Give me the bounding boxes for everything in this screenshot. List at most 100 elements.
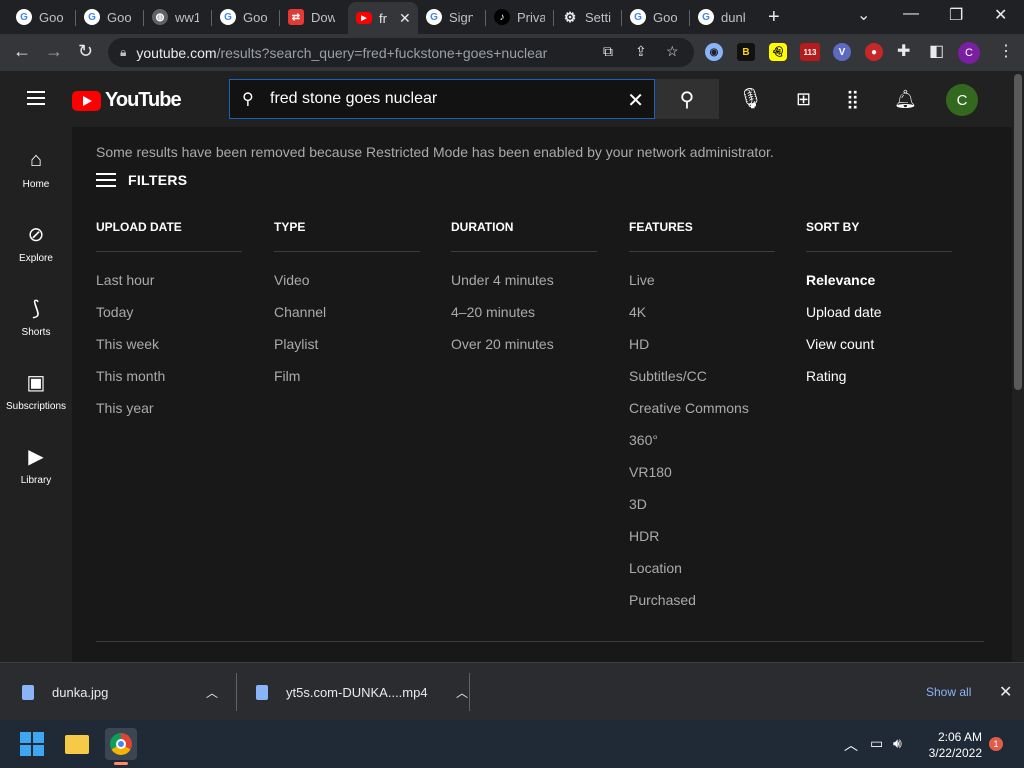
sidebar-item-home[interactable]: ⌂ Home	[0, 147, 72, 191]
restore-icon[interactable]: ❐	[949, 5, 963, 25]
filter-option[interactable]: Film	[274, 367, 420, 399]
back-arrow-icon[interactable]: ←	[13, 41, 31, 62]
close-download-shelf-icon[interactable]: ✕	[999, 682, 1012, 702]
sidebar-item-label: Subscriptions	[5, 401, 67, 412]
filter-option[interactable]: Video	[274, 271, 420, 303]
filters-button[interactable]: FILTERS	[96, 171, 187, 189]
microphone-icon[interactable]: 🎙︎	[738, 86, 763, 111]
sidebar-item-subscriptions[interactable]: ▣ Subscriptions	[0, 369, 72, 413]
hamburger-menu-icon[interactable]	[27, 91, 45, 105]
filter-option[interactable]: This week	[96, 335, 242, 367]
extension-icon[interactable]: ◉	[705, 43, 723, 61]
sort-option-selected[interactable]: Relevance	[806, 271, 952, 303]
download-item[interactable]: yt5s.com-DUNKA....mp4 ︿	[256, 676, 468, 708]
tab-search-chevron-icon[interactable]: ⌄	[857, 5, 870, 25]
folder-icon	[65, 734, 89, 754]
network-icon[interactable]: ▭	[870, 735, 883, 752]
filter-option[interactable]: 360°	[629, 431, 775, 463]
snapchat-extension-icon[interactable]: 👻︎	[769, 43, 787, 61]
browser-menu-icon[interactable]: ⋮	[998, 41, 1014, 61]
start-button[interactable]	[16, 728, 48, 760]
page-scrollbar[interactable]	[1012, 71, 1024, 662]
sidebar-item-explore[interactable]: ⊘ Explore	[0, 221, 72, 265]
tab-title: Priva	[517, 9, 545, 25]
create-video-icon[interactable]: ⊞	[796, 89, 811, 110]
filter-option[interactable]: Under 4 minutes	[451, 271, 597, 303]
filter-option[interactable]: HDR	[629, 527, 775, 559]
youtube-logo[interactable]: YouTube	[72, 89, 182, 112]
reload-icon[interactable]: ↻	[78, 41, 93, 62]
sort-option[interactable]: Upload date	[806, 303, 952, 335]
bookmark-star-icon[interactable]: ☆	[666, 43, 679, 60]
search-button[interactable]: ⚲	[655, 79, 719, 119]
browser-tab-active[interactable]: ▶ fr ✕	[348, 2, 418, 34]
chrome-icon	[110, 733, 132, 755]
sort-option[interactable]: Rating	[806, 367, 952, 399]
show-all-downloads-link[interactable]: Show all	[926, 685, 971, 699]
sort-option[interactable]: View count	[806, 335, 952, 367]
open-in-app-icon[interactable]: ⧉	[603, 43, 613, 60]
notifications-bell-icon[interactable]: 🔔︎	[894, 89, 917, 110]
filter-option[interactable]: Over 20 minutes	[451, 335, 597, 367]
new-tab-icon[interactable]: +	[768, 6, 780, 29]
extension-icon[interactable]: V	[833, 43, 851, 61]
filter-option[interactable]: Subtitles/CC	[629, 367, 775, 399]
chrome-taskbar-button[interactable]	[105, 728, 137, 760]
extension-icon[interactable]: ●	[865, 43, 883, 61]
chevron-up-icon[interactable]: ︿	[456, 684, 468, 701]
filter-option[interactable]: 3D	[629, 495, 775, 527]
window-close-icon[interactable]: ✕	[994, 5, 1007, 25]
filter-option[interactable]: Creative Commons	[629, 399, 775, 431]
google-icon: G	[698, 9, 714, 25]
browser-tab[interactable]: G dunk	[690, 4, 756, 30]
browser-tab[interactable]: G Goog	[8, 4, 72, 30]
browser-tab[interactable]: G Goog	[622, 4, 688, 30]
browser-tab[interactable]: ◍ ww1.	[144, 4, 210, 30]
browser-profile-avatar[interactable]: C	[958, 42, 980, 64]
apps-grid-icon[interactable]: ⣿	[846, 89, 859, 110]
tab-close-icon[interactable]: ✕	[399, 10, 411, 27]
share-icon[interactable]: ⇪	[635, 43, 647, 60]
sidebar-item-shorts[interactable]: ⟆ Shorts	[0, 295, 72, 339]
search-input[interactable]	[270, 90, 610, 108]
browser-tab[interactable]: ♪ Priva	[486, 4, 552, 30]
filter-option[interactable]: Playlist	[274, 335, 420, 367]
search-icon: ⚲	[679, 88, 695, 111]
download-item[interactable]: dunka.jpg ︿	[22, 676, 218, 708]
extension-badge[interactable]: 113	[800, 43, 820, 61]
system-clock[interactable]: 2:06 AM 3/22/2022	[918, 729, 982, 761]
filter-option[interactable]: Channel	[274, 303, 420, 335]
minimize-icon[interactable]: —	[903, 5, 919, 23]
clear-search-icon[interactable]: ✕	[627, 88, 644, 113]
forward-arrow-icon[interactable]: →	[45, 41, 63, 62]
filter-option[interactable]: Live	[629, 271, 775, 303]
filter-option[interactable]: Location	[629, 559, 775, 591]
filter-option[interactable]: Last hour	[96, 271, 242, 303]
filter-group-header: UPLOAD DATE	[96, 220, 182, 234]
browser-tab[interactable]: ⇄ Dowr	[280, 4, 346, 30]
browser-tab[interactable]: ⚙ Setti	[554, 4, 620, 30]
volume-icon[interactable]: 🔊︎	[893, 735, 902, 752]
filter-option[interactable]: This month	[96, 367, 242, 399]
filter-option[interactable]: HD	[629, 335, 775, 367]
extensions-puzzle-icon[interactable]: ✚	[897, 41, 910, 61]
notification-badge[interactable]: 1	[989, 737, 1003, 751]
scrollbar-thumb[interactable]	[1014, 74, 1022, 390]
filter-option[interactable]: Purchased	[629, 591, 775, 623]
sidebar-item-library[interactable]: ▶ Library	[0, 443, 72, 487]
browser-tab[interactable]: G Goog	[76, 4, 142, 30]
account-avatar[interactable]: C	[946, 84, 978, 116]
filter-option[interactable]: This year	[96, 399, 242, 431]
extension-icon[interactable]: B	[737, 43, 755, 61]
side-panel-icon[interactable]: ◧	[929, 41, 944, 61]
filter-option[interactable]: VR180	[629, 463, 775, 495]
file-explorer-button[interactable]	[61, 728, 93, 760]
browser-tab[interactable]: G Sign	[418, 4, 484, 30]
filter-option[interactable]: 4–20 minutes	[451, 303, 597, 335]
filter-option[interactable]: 4K	[629, 303, 775, 335]
tray-overflow-chevron-icon[interactable]: ︿	[844, 735, 858, 755]
tab-title: Goog	[107, 9, 131, 25]
filter-option[interactable]: Today	[96, 303, 242, 335]
chevron-up-icon[interactable]: ︿	[206, 684, 218, 701]
browser-tab[interactable]: G Goog	[212, 4, 278, 30]
